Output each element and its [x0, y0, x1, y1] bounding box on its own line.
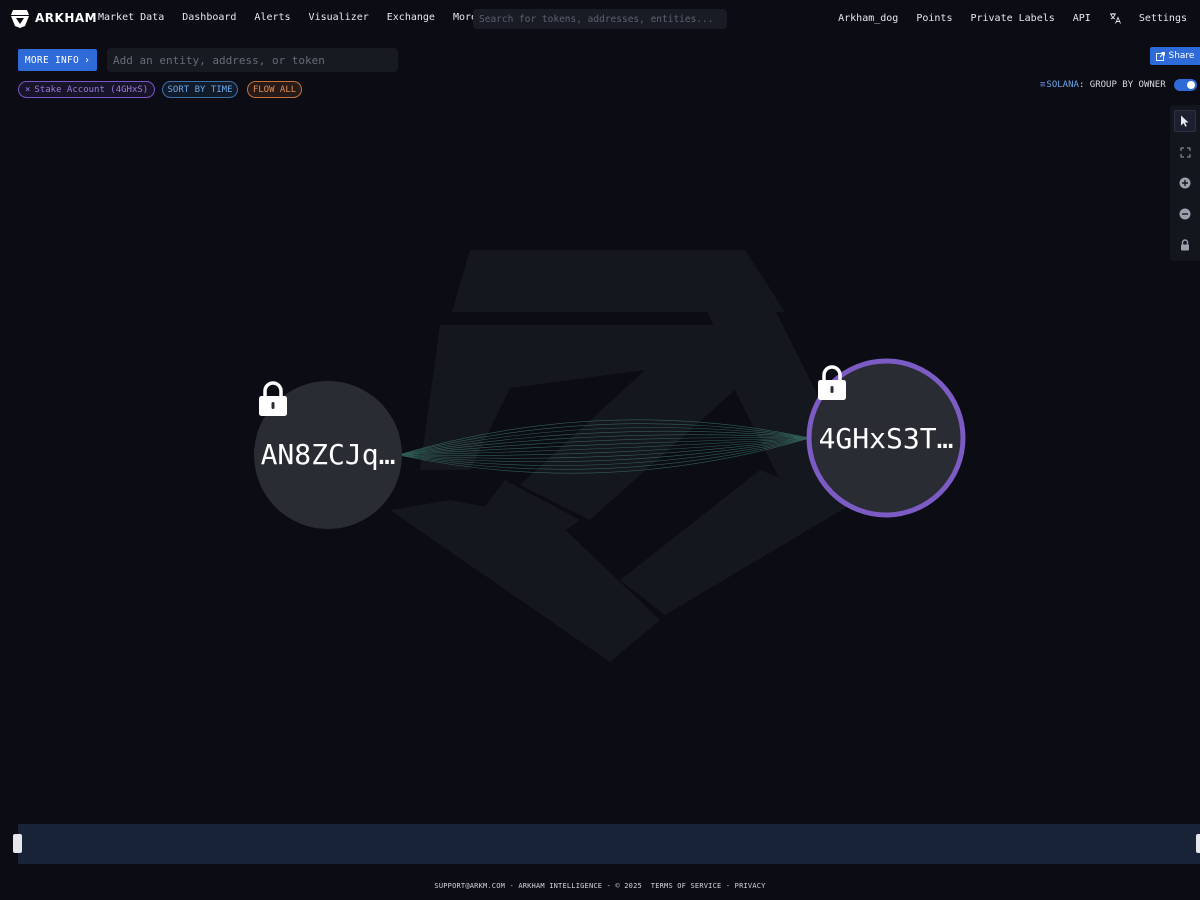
privacy-link[interactable]: PRIVACY [735, 882, 766, 890]
footer-separator: - [602, 882, 616, 890]
share-label: Share [1168, 51, 1195, 61]
remove-filter-icon[interactable]: × [25, 85, 30, 95]
time-range-start-handle[interactable] [13, 834, 22, 853]
graph-node-right-selected[interactable]: 4GHxS3T… [806, 358, 966, 518]
zoom-in-icon [1179, 177, 1191, 189]
edge-bundle[interactable] [397, 419, 811, 474]
more-info-button[interactable]: MORE INFO › [18, 49, 97, 71]
lock-icon [1181, 239, 1189, 251]
lock-graph-button[interactable] [1174, 234, 1196, 256]
entity-search-input[interactable] [107, 48, 398, 72]
transfer-edge[interactable] [397, 423, 811, 456]
transfer-edge[interactable] [397, 430, 811, 456]
lock-icon [259, 381, 287, 416]
time-range-slider[interactable] [13, 824, 1200, 864]
primary-nav: Market Data Dashboard Alerts Visualizer … [98, 12, 495, 23]
nav-points[interactable]: Points [916, 13, 952, 24]
transfer-edge[interactable] [397, 437, 811, 474]
nav-market-data[interactable]: Market Data [98, 12, 164, 23]
transfer-edge[interactable] [397, 434, 811, 456]
nav-private-labels[interactable]: Private Labels [970, 13, 1054, 24]
nav-settings[interactable]: Settings [1139, 13, 1187, 24]
sort-chip-label: SORT BY TIME [167, 84, 233, 95]
flow-all-chip[interactable]: FLOW ALL [247, 81, 302, 98]
chevron-right-icon: › [84, 54, 91, 66]
cursor-icon [1181, 115, 1189, 127]
transfer-edge[interactable] [397, 437, 811, 466]
nav-exchange[interactable]: Exchange [387, 12, 435, 23]
arkham-logo-icon [11, 10, 29, 28]
nav-api[interactable]: API [1073, 13, 1091, 24]
transfer-edge[interactable] [397, 419, 811, 456]
graph-canvas[interactable]: AN8ZCJq… 4GHxS3T… [0, 0, 1200, 900]
node-label-right: 4GHxS3T… [819, 422, 954, 455]
group-by-label: : GROUP BY OWNER [1078, 80, 1166, 90]
brand-logo[interactable]: ARKHAM [10, 8, 97, 28]
expand-icon [1180, 147, 1190, 157]
chain-label: SOLANA [1046, 80, 1079, 90]
transfer-edge[interactable] [397, 437, 811, 456]
support-email-link[interactable]: SUPPORT@ARKM.COM [434, 882, 505, 890]
transfer-edge[interactable] [397, 437, 811, 456]
filter-chip-stake-account[interactable]: × Stake Account (4GHxS) [18, 81, 155, 98]
solana-icon: ≡ [1040, 80, 1046, 90]
top-navigation: ARKHAM Market Data Dashboard Alerts Visu… [0, 0, 1200, 38]
transfer-edge[interactable] [397, 437, 811, 459]
more-info-label: MORE INFO [24, 54, 80, 66]
global-search-input[interactable] [473, 9, 727, 29]
graph-tool-panel [1170, 105, 1200, 261]
group-by-owner-toggle[interactable] [1173, 79, 1197, 91]
share-button[interactable]: Share [1150, 47, 1200, 65]
transfer-edge[interactable] [397, 437, 811, 456]
secondary-nav: Arkham_dog Points Private Labels API Set… [820, 12, 1187, 24]
footer-copyright: © 2025 [615, 882, 642, 890]
share-icon [1155, 51, 1165, 61]
transfer-edge[interactable] [397, 437, 811, 470]
nav-visualizer[interactable]: Visualizer [309, 12, 369, 23]
arkham-watermark-logo [390, 250, 860, 662]
zoom-out-icon [1179, 208, 1191, 220]
zoom-out-button[interactable] [1174, 203, 1196, 225]
terms-of-service-link[interactable]: TERMS OF SERVICE [651, 882, 722, 890]
sort-by-time-chip[interactable]: SORT BY TIME [162, 81, 238, 98]
nav-dashboard[interactable]: Dashboard [182, 12, 236, 23]
group-by-owner-control: ≡ SOLANA : GROUP BY OWNER [1040, 79, 1197, 91]
footer-company: ARKHAM INTELLIGENCE [518, 882, 603, 890]
footer-separator: - [721, 882, 735, 890]
footer-separator: - [505, 882, 519, 890]
toggle-knob [1186, 81, 1195, 89]
stake-chip-label: Stake Account (4GHxS) [34, 84, 149, 95]
transfer-edge[interactable] [397, 437, 811, 456]
zoom-in-button[interactable] [1174, 172, 1196, 194]
fit-view-button[interactable] [1174, 141, 1196, 163]
transfer-edge[interactable] [397, 427, 811, 456]
graph-node-left[interactable]: AN8ZCJq… [254, 381, 402, 529]
nav-user-profile[interactable]: Arkham_dog [838, 13, 898, 24]
footer: SUPPORT@ARKM.COM - ARKHAM INTELLIGENCE -… [0, 882, 1200, 890]
nav-alerts[interactable]: Alerts [254, 12, 290, 23]
node-label-left: AN8ZCJq… [261, 438, 396, 471]
flow-chip-label: FLOW ALL [252, 84, 297, 95]
brand-name: ARKHAM [35, 11, 98, 25]
translate-icon[interactable] [1109, 12, 1121, 24]
time-range-end-handle[interactable] [1196, 834, 1200, 853]
pointer-tool-button[interactable] [1174, 110, 1196, 132]
transfer-edge[interactable] [397, 437, 811, 463]
